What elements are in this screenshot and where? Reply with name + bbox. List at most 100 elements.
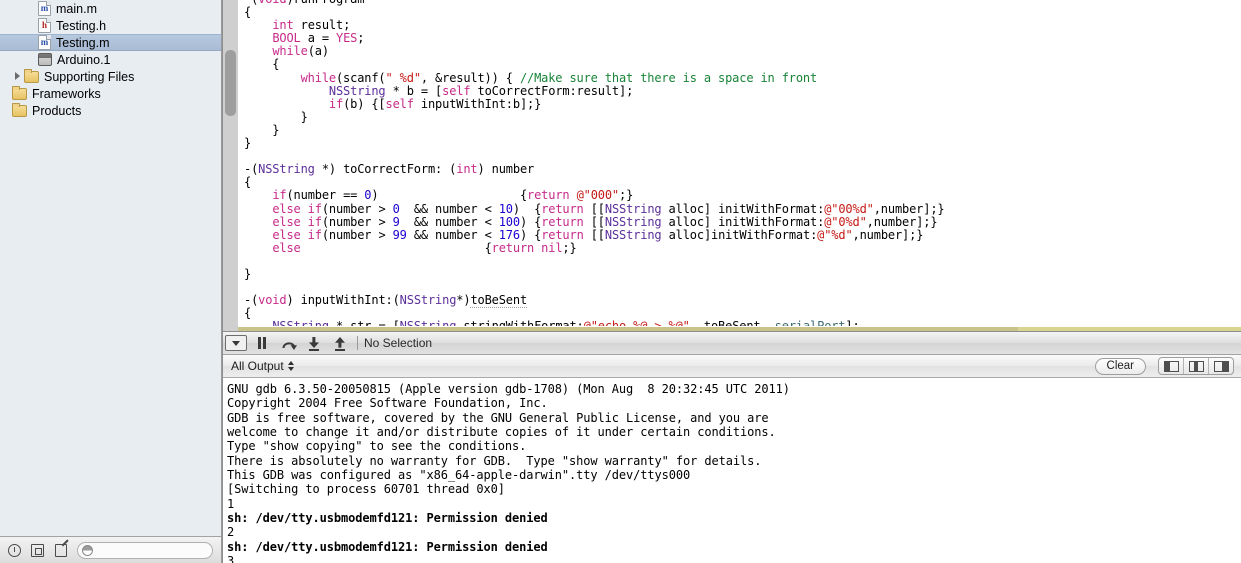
navigator-item-main-m[interactable]: m main.m	[0, 0, 221, 17]
code-token: (number ==	[286, 188, 365, 203]
xcode-window: m main.m h Testing.h m Testing.m Arduino.1 Supp…	[0, 0, 1241, 563]
code-token: -(	[244, 162, 259, 177]
code-token: while	[272, 44, 308, 59]
m-source-file-icon: m	[38, 1, 51, 16]
pause-button[interactable]	[249, 332, 275, 354]
step-out-button[interactable]	[327, 332, 353, 354]
code-token: ) {	[371, 188, 528, 203]
code-token: @"0%d"	[824, 214, 867, 229]
code-token: return	[541, 201, 584, 216]
output-scope-label: All Output	[231, 359, 284, 373]
code-line: int result;	[244, 19, 1241, 32]
source-editor-pane: -(void)runProgram{ int result; BOOL a = …	[223, 0, 1241, 331]
code-line: -(void) inputWithInt:(NSString*)toBeSent	[244, 293, 1241, 309]
code-token: int	[272, 18, 294, 33]
navigator-item-testing-h[interactable]: h Testing.h	[0, 17, 221, 34]
debug-status-label: No Selection	[364, 336, 433, 350]
code-token: 9	[392, 214, 400, 229]
navigator-filter-input[interactable]	[97, 543, 212, 557]
h-header-file-icon: h	[38, 18, 51, 33]
navigator-item-arduino-1[interactable]: Arduino.1	[0, 51, 221, 68]
step-into-button[interactable]	[301, 332, 327, 354]
new-file-button[interactable]	[52, 542, 69, 559]
show-both-button[interactable]	[1184, 358, 1209, 374]
clear-button[interactable]: Clear	[1094, 357, 1146, 375]
code-token: while	[300, 70, 337, 85]
code-token: ) {	[519, 227, 542, 242]
code-token: NSString	[328, 83, 386, 98]
code-token: ) number	[477, 162, 535, 177]
navigator-item-label: Testing.m	[56, 35, 110, 50]
group-filter-button[interactable]	[29, 542, 46, 559]
folder-icon	[12, 85, 27, 100]
code-token: (b) {[	[343, 96, 386, 111]
console-line: This GDB was configured as "x86_64-apple…	[227, 468, 691, 483]
project-navigator-list[interactable]: m main.m h Testing.h m Testing.m Arduino.1 Supp…	[0, 0, 221, 536]
code-line: }	[244, 122, 1241, 137]
code-token: void	[258, 0, 286, 6]
code-token: //Make sure that there is a space in fro…	[519, 70, 818, 85]
code-token: && number <	[406, 227, 499, 242]
code-token: return	[491, 240, 535, 255]
hide-debug-area-button[interactable]	[223, 332, 249, 354]
code-token: self	[385, 96, 414, 111]
code-token: nil	[541, 240, 563, 255]
code-token: YES	[336, 31, 358, 46]
code-token: int	[456, 162, 478, 177]
console-toolbar: All Output Clear	[223, 355, 1241, 378]
code-token: NSString	[258, 162, 315, 177]
debug-toolbar: No Selection	[223, 331, 1241, 355]
editor-vertical-scrollbar-track[interactable]	[223, 0, 238, 331]
code-token: ,number];}	[866, 214, 938, 229]
code-token: (number >	[321, 227, 393, 242]
navigator-footer-bar	[0, 536, 221, 563]
code-token: && number <	[399, 201, 499, 216]
navigator-item-supporting-files[interactable]: Supporting Files	[0, 68, 221, 85]
navigator-item-label: Supporting Files	[44, 69, 135, 84]
project-navigator-sidebar: m main.m h Testing.h m Testing.m Arduino.1 Supp…	[0, 0, 222, 563]
navigator-item-frameworks[interactable]: Frameworks	[0, 85, 221, 102]
code-token: ) {	[519, 214, 542, 229]
console-line: GNU gdb 6.3.50-20050815 (Apple version g…	[227, 382, 790, 396]
code-token: }	[244, 266, 252, 281]
disclosure-triangle-icon[interactable]	[14, 72, 23, 81]
code-token: 100	[498, 214, 520, 229]
code-token: ,number];}	[852, 227, 924, 242]
code-token: " %d"	[385, 70, 422, 85]
show-variables-only-button[interactable]	[1159, 358, 1184, 374]
code-token: ) inputWithInt:(	[286, 293, 400, 308]
output-scope-popup[interactable]: All Output	[231, 359, 294, 373]
folder-icon	[12, 102, 27, 117]
code-token: @"%d"	[817, 227, 853, 242]
source-code-text[interactable]: -(void)runProgram{ int result; BOOL a = …	[238, 0, 1241, 331]
console-line: 2	[227, 525, 235, 540]
code-token: ;}	[562, 240, 577, 255]
navigator-item-products[interactable]: Products	[0, 102, 221, 119]
code-token: * b = [	[385, 83, 443, 98]
code-token: 99	[392, 227, 407, 242]
show-console-only-button[interactable]	[1209, 358, 1233, 374]
step-over-icon	[281, 337, 297, 350]
recent-files-button[interactable]	[6, 542, 23, 559]
code-token: return	[541, 227, 584, 242]
navigator-filter-field[interactable]	[77, 541, 213, 559]
folder-icon	[24, 68, 39, 83]
step-over-button[interactable]	[275, 332, 301, 354]
editor-vertical-scrollbar-thumb[interactable]	[225, 50, 236, 116]
code-token: }	[244, 122, 280, 137]
navigator-item-label: main.m	[56, 1, 97, 16]
navigator-item-testing-m[interactable]: m Testing.m	[0, 34, 221, 51]
code-token: && number <	[399, 214, 499, 229]
console-output-text[interactable]: GNU gdb 6.3.50-20050815 (Apple version g…	[223, 378, 1241, 563]
code-token: alloc] initWithFormat:	[661, 214, 825, 229]
code-line: BOOL a = YES;	[244, 32, 1241, 45]
code-line: else {return nil;}	[244, 240, 1241, 255]
